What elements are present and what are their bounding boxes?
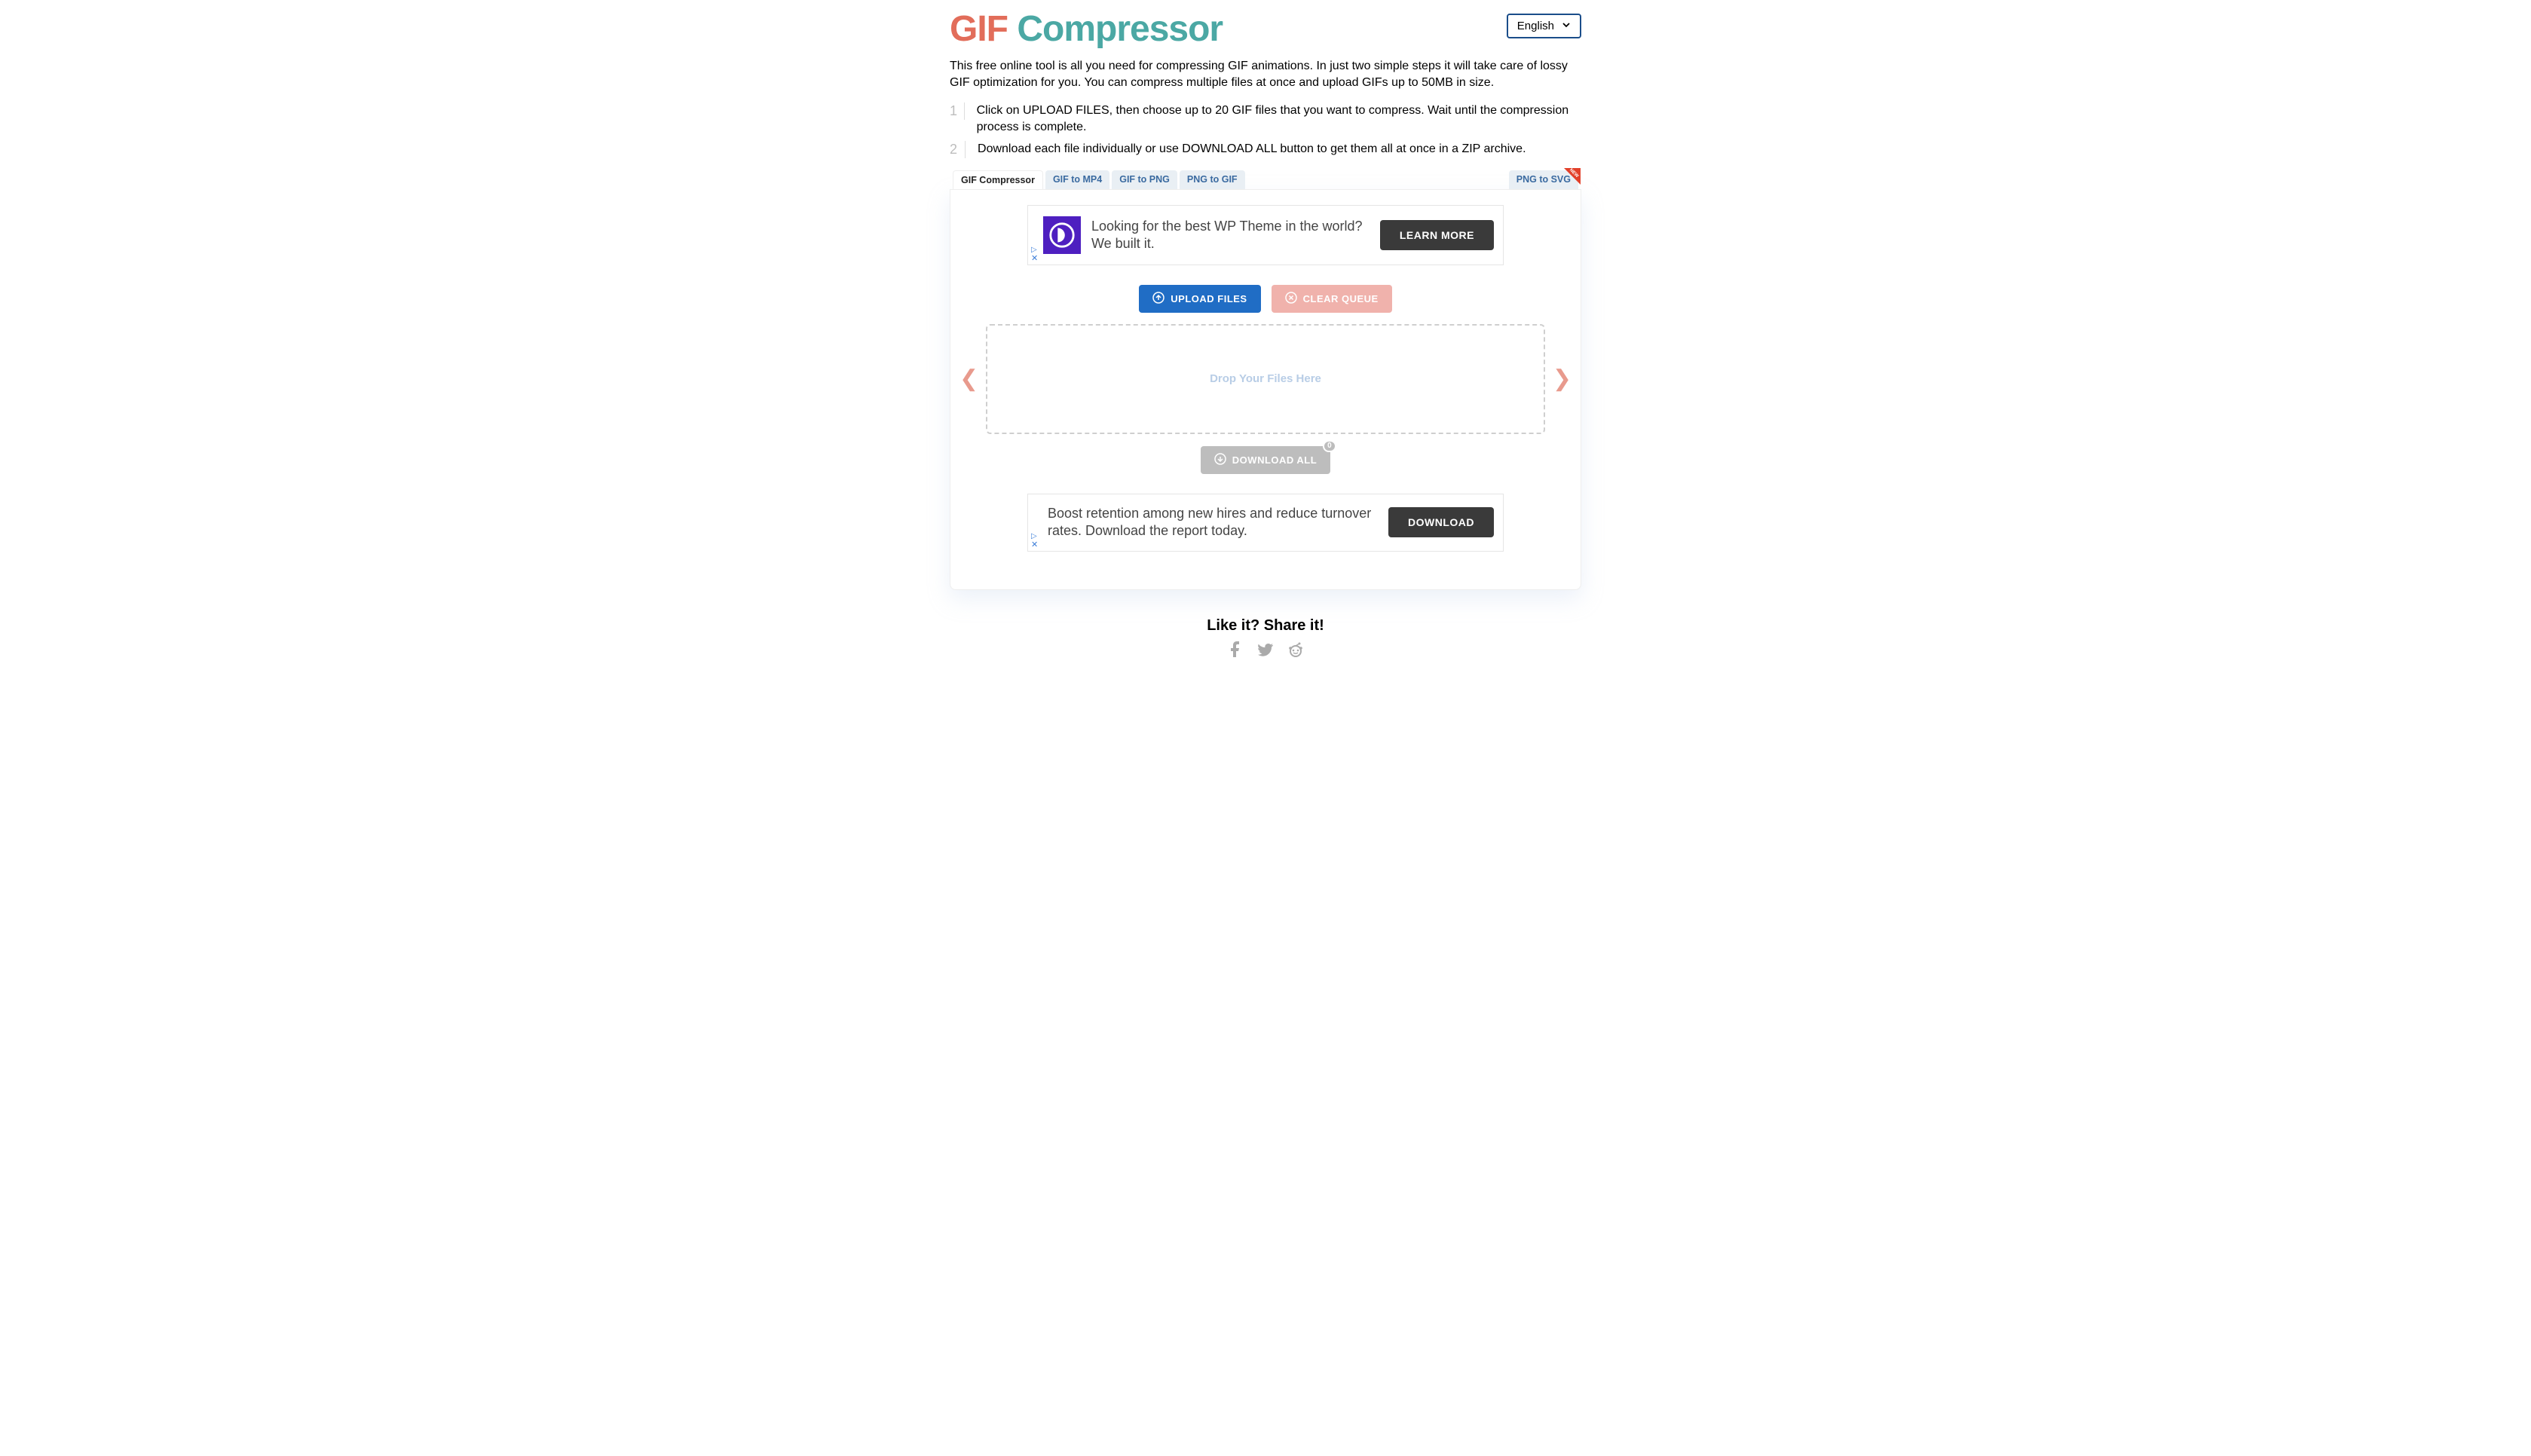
- logo: GIF Compressor: [950, 11, 1223, 47]
- tab-png-to-svg[interactable]: PNG to SVG NEW: [1509, 170, 1578, 189]
- reddit-icon[interactable]: [1287, 641, 1305, 662]
- dropzone[interactable]: Drop Your Files Here: [986, 324, 1545, 434]
- share-icons: [950, 641, 1581, 662]
- ad-close-icon[interactable]: ✕: [1031, 540, 1038, 549]
- upload-files-button[interactable]: UPLOAD FILES: [1139, 285, 1260, 313]
- tabs: GIF Compressor GIF to MP4 GIF to PNG PNG…: [950, 170, 1581, 189]
- ad-close-icon[interactable]: ✕: [1031, 253, 1038, 263]
- step-2: 2 Download each file individually or use…: [950, 141, 1581, 158]
- logo-part-1: GIF: [950, 9, 1008, 49]
- twitter-icon[interactable]: [1256, 641, 1275, 662]
- divi-logo-icon: [1043, 216, 1081, 254]
- drop-row: ❮ Drop Your Files Here ❯: [956, 324, 1575, 434]
- dropzone-text: Drop Your Files Here: [1210, 372, 1321, 385]
- language-selected: English: [1517, 20, 1554, 32]
- download-all-button[interactable]: DOWNLOAD ALL 0: [1201, 446, 1330, 474]
- ad-text: Looking for the best WP Theme in the wor…: [1091, 218, 1370, 253]
- download-icon: [1214, 453, 1226, 467]
- next-arrow-icon[interactable]: ❯: [1550, 366, 1575, 392]
- download-label: DOWNLOAD ALL: [1232, 454, 1317, 466]
- ad-learn-more-button[interactable]: LEARN MORE: [1380, 220, 1494, 250]
- download-count-badge: 0: [1323, 440, 1336, 452]
- upload-label: UPLOAD FILES: [1171, 293, 1247, 304]
- header: GIF Compressor English: [950, 11, 1581, 47]
- ad-download-button[interactable]: DOWNLOAD: [1388, 507, 1494, 537]
- ad-text: Boost retention among new hires and redu…: [1048, 505, 1378, 540]
- tab-gif-to-mp4[interactable]: GIF to MP4: [1045, 170, 1109, 189]
- download-row: DOWNLOAD ALL 0: [956, 446, 1575, 474]
- step-number: 2: [950, 141, 966, 158]
- tab-gif-to-png[interactable]: GIF to PNG: [1112, 170, 1177, 189]
- step-1: 1 Click on UPLOAD FILES, then choose up …: [950, 102, 1581, 136]
- ad-banner-1[interactable]: ▷ ✕ Looking for the best WP Theme in the…: [1027, 205, 1504, 265]
- share-title: Like it? Share it!: [950, 617, 1581, 635]
- tabs-left: GIF Compressor GIF to MP4 GIF to PNG PNG…: [953, 170, 1245, 189]
- clear-label: CLEAR QUEUE: [1303, 293, 1379, 304]
- action-row: UPLOAD FILES CLEAR QUEUE: [956, 285, 1575, 313]
- logo-part-2: Compressor: [1017, 9, 1223, 49]
- prev-arrow-icon[interactable]: ❮: [956, 366, 981, 392]
- step-text: Download each file individually or use D…: [978, 141, 1526, 158]
- clear-icon: [1285, 292, 1297, 306]
- intro-text: This free online tool is all you need fo…: [950, 58, 1581, 92]
- main-panel: ▷ ✕ Looking for the best WP Theme in the…: [950, 189, 1581, 590]
- steps-list: 1 Click on UPLOAD FILES, then choose up …: [950, 102, 1581, 158]
- facebook-icon[interactable]: [1226, 641, 1244, 662]
- upload-icon: [1152, 292, 1165, 306]
- chevron-down-icon: [1562, 20, 1571, 32]
- step-number: 1: [950, 102, 965, 120]
- language-select[interactable]: English: [1507, 14, 1581, 38]
- clear-queue-button[interactable]: CLEAR QUEUE: [1272, 285, 1392, 313]
- tab-png-to-gif[interactable]: PNG to GIF: [1180, 170, 1245, 189]
- ad-banner-2[interactable]: ▷ ✕ Boost retention among new hires and …: [1027, 494, 1504, 552]
- tab-gif-compressor[interactable]: GIF Compressor: [953, 170, 1043, 189]
- step-text: Click on UPLOAD FILES, then choose up to…: [977, 102, 1581, 136]
